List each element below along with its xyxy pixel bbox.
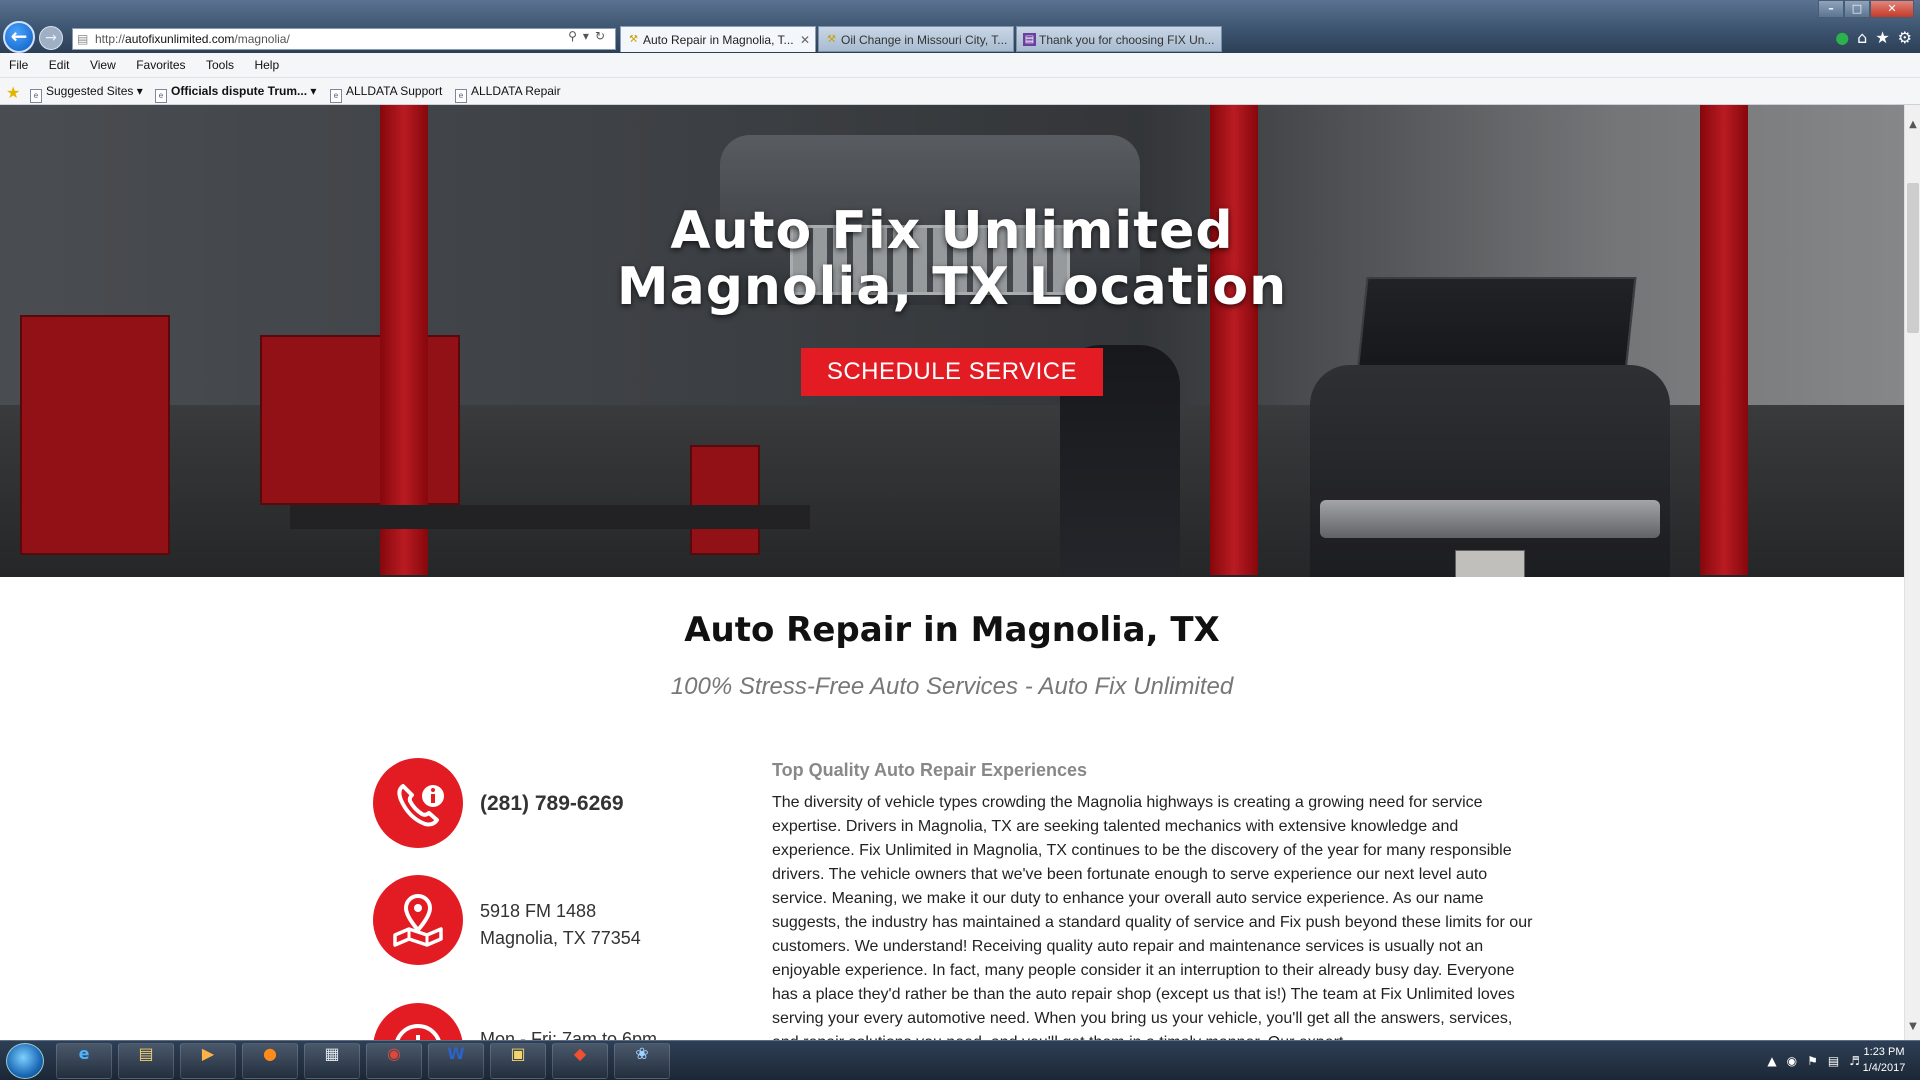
chrome-icon[interactable]: ◉ <box>366 1043 422 1079</box>
page-icon: e <box>155 89 167 103</box>
clock-time: 1:23 PM <box>1863 1046 1905 1058</box>
window-controls: – □ ✕ <box>1818 0 1914 18</box>
map-pin-icon <box>373 875 463 965</box>
favorites-bar: ★ e Suggested Sites ▾ e Officials dispute … <box>0 78 1920 105</box>
chevron-down-icon: ▾ <box>310 84 317 98</box>
wrench-icon: ⚒ <box>629 34 638 45</box>
home-icon[interactable]: ⌂ <box>1857 28 1867 47</box>
system-clock[interactable]: 1:23 PM 1/4/2017 <box>1856 1044 1912 1076</box>
hero-title-line2: Magnolia, TX Location <box>616 257 1288 317</box>
firefox-icon[interactable]: ● <box>242 1043 298 1079</box>
git-icon[interactable]: ◆ <box>552 1043 608 1079</box>
page-icon: e <box>330 89 342 103</box>
page-title: Auto Repair in Magnolia, TX <box>684 610 1220 650</box>
page-icon: ▤ <box>77 32 89 46</box>
tab-close-icon[interactable]: ✕ <box>800 27 810 52</box>
chevron-down-icon: ▾ <box>136 84 143 98</box>
menu-view[interactable]: View <box>81 53 123 78</box>
ie-icon[interactable]: e <box>56 1043 112 1079</box>
tab-thank-you[interactable]: ▤ Thank you for choosing FIX Un... <box>1016 26 1222 52</box>
fav-alldata-support[interactable]: e ALLDATA Support <box>330 78 442 105</box>
media-player-icon[interactable]: ▶ <box>180 1043 236 1079</box>
section-body: The diversity of vehicle types crowding … <box>772 794 1533 1040</box>
fav-alldata-repair[interactable]: e ALLDATA Repair <box>455 78 561 105</box>
phone-info-icon <box>373 758 463 848</box>
favorites-star-icon[interactable]: ★ <box>1875 28 1889 47</box>
favorites-icon[interactable]: ★ <box>6 83 20 102</box>
word-icon[interactable]: W <box>428 1043 484 1079</box>
section-heading: Top Quality Auto Repair Experiences <box>772 760 1088 780</box>
url-scheme: http:// <box>95 32 126 46</box>
content-section: Top Quality Auto Repair Experiences The … <box>772 755 1542 1040</box>
menu-tools[interactable]: Tools <box>197 53 241 78</box>
address-line2: Magnolia, TX 77354 <box>480 928 641 948</box>
url-path: /magnolia/ <box>234 32 290 46</box>
menu-file[interactable]: File <box>0 53 35 78</box>
page-subtitle: 100% Stress-Free Auto Services - Auto Fi… <box>670 673 1234 700</box>
fav-suggested-sites[interactable]: e Suggested Sites ▾ <box>30 78 143 105</box>
page-scrollbar[interactable]: ▲ ▼ <box>1904 105 1920 1040</box>
business-hours: Mon - Fri: 7am to 6pm <box>480 1029 658 1040</box>
system-tray: ▲ ◉ ⚑ ▤ ♬ <box>1767 1041 1860 1081</box>
url-domain: autofixunlimited.com <box>125 32 235 46</box>
files-icon[interactable]: ▣ <box>490 1043 546 1079</box>
paint-icon[interactable]: ❀ <box>614 1043 670 1079</box>
folder-icon[interactable]: ▤ <box>118 1043 174 1079</box>
menu-favorites[interactable]: Favorites <box>127 53 192 78</box>
menu-bar: File Edit View Favorites Tools Help <box>0 53 1920 78</box>
hero-banner: Auto Fix Unlimited Magnolia, TX Location… <box>0 105 1904 577</box>
clock-icon <box>373 1003 463 1040</box>
calculator-icon[interactable]: ▦ <box>304 1043 360 1079</box>
gear-icon[interactable]: ⚙ <box>1898 28 1912 47</box>
page-icon: e <box>455 89 467 103</box>
grammarly-icon[interactable]: ● <box>1835 28 1849 47</box>
scroll-down-arrow[interactable]: ▼ <box>1905 1021 1920 1032</box>
tab-auto-repair[interactable]: ⚒ Auto Repair in Magnolia, T... ✕ <box>620 26 816 52</box>
address: 5918 FM 1488 Magnolia, TX 77354 <box>480 898 641 952</box>
maximize-button[interactable]: □ <box>1844 0 1870 18</box>
taskbar: e ▤ ▶ ● ▦ ◉ W ▣ ◆ ❀ ▲ ◉ ⚑ ▤ ♬ 1:23 PM 1/… <box>0 1040 1920 1080</box>
address-bar[interactable]: ▤ http://autofixunlimited.com/magnolia/ … <box>72 28 616 50</box>
forward-button[interactable]: → <box>39 26 63 50</box>
tray-expand-icon[interactable]: ▲ <box>1767 1054 1776 1068</box>
scroll-up-arrow[interactable]: ▲ <box>1905 119 1920 130</box>
action-center-flag-icon[interactable]: ⚑ <box>1807 1054 1818 1068</box>
start-button[interactable] <box>6 1043 44 1079</box>
tab-oil-change[interactable]: ⚒ Oil Change in Missouri City, T... <box>818 26 1014 52</box>
hero-title: Auto Fix Unlimited Magnolia, TX Location <box>0 203 1904 315</box>
menu-help[interactable]: Help <box>245 53 286 78</box>
fav-officials-dispute[interactable]: e Officials dispute Trum... ▾ <box>155 78 316 105</box>
page-viewport: Auto Fix Unlimited Magnolia, TX Location… <box>0 105 1904 1040</box>
tray-app-icon[interactable]: ◉ <box>1787 1054 1797 1068</box>
wrench-icon: ⚒ <box>827 34 836 45</box>
hero-overlay <box>0 105 1904 577</box>
schedule-service-button[interactable]: SCHEDULE SERVICE <box>801 348 1103 396</box>
browser-titlebar: ← → ▤ http://autofixunlimited.com/magnol… <box>0 0 1920 53</box>
browser-toolbar-icons: ● ⌂ ★ ⚙ <box>1835 28 1912 47</box>
address-line1: 5918 FM 1488 <box>480 901 597 921</box>
close-window-button[interactable]: ✕ <box>1870 0 1914 18</box>
menu-edit[interactable]: Edit <box>40 53 77 78</box>
address-tools[interactable]: ⚲▾↻ <box>568 29 611 43</box>
minimize-button[interactable]: – <box>1818 0 1844 18</box>
page-icon: e <box>30 89 42 103</box>
phone-number[interactable]: (281) 789-6269 <box>480 792 624 816</box>
network-icon[interactable]: ▤ <box>1828 1054 1839 1068</box>
back-button[interactable]: ← <box>3 21 35 53</box>
hero-title-line1: Auto Fix Unlimited <box>670 201 1234 261</box>
scroll-thumb[interactable] <box>1907 183 1919 333</box>
form-icon: ▤ <box>1023 33 1036 46</box>
clock-date: 1/4/2017 <box>1862 1062 1906 1074</box>
